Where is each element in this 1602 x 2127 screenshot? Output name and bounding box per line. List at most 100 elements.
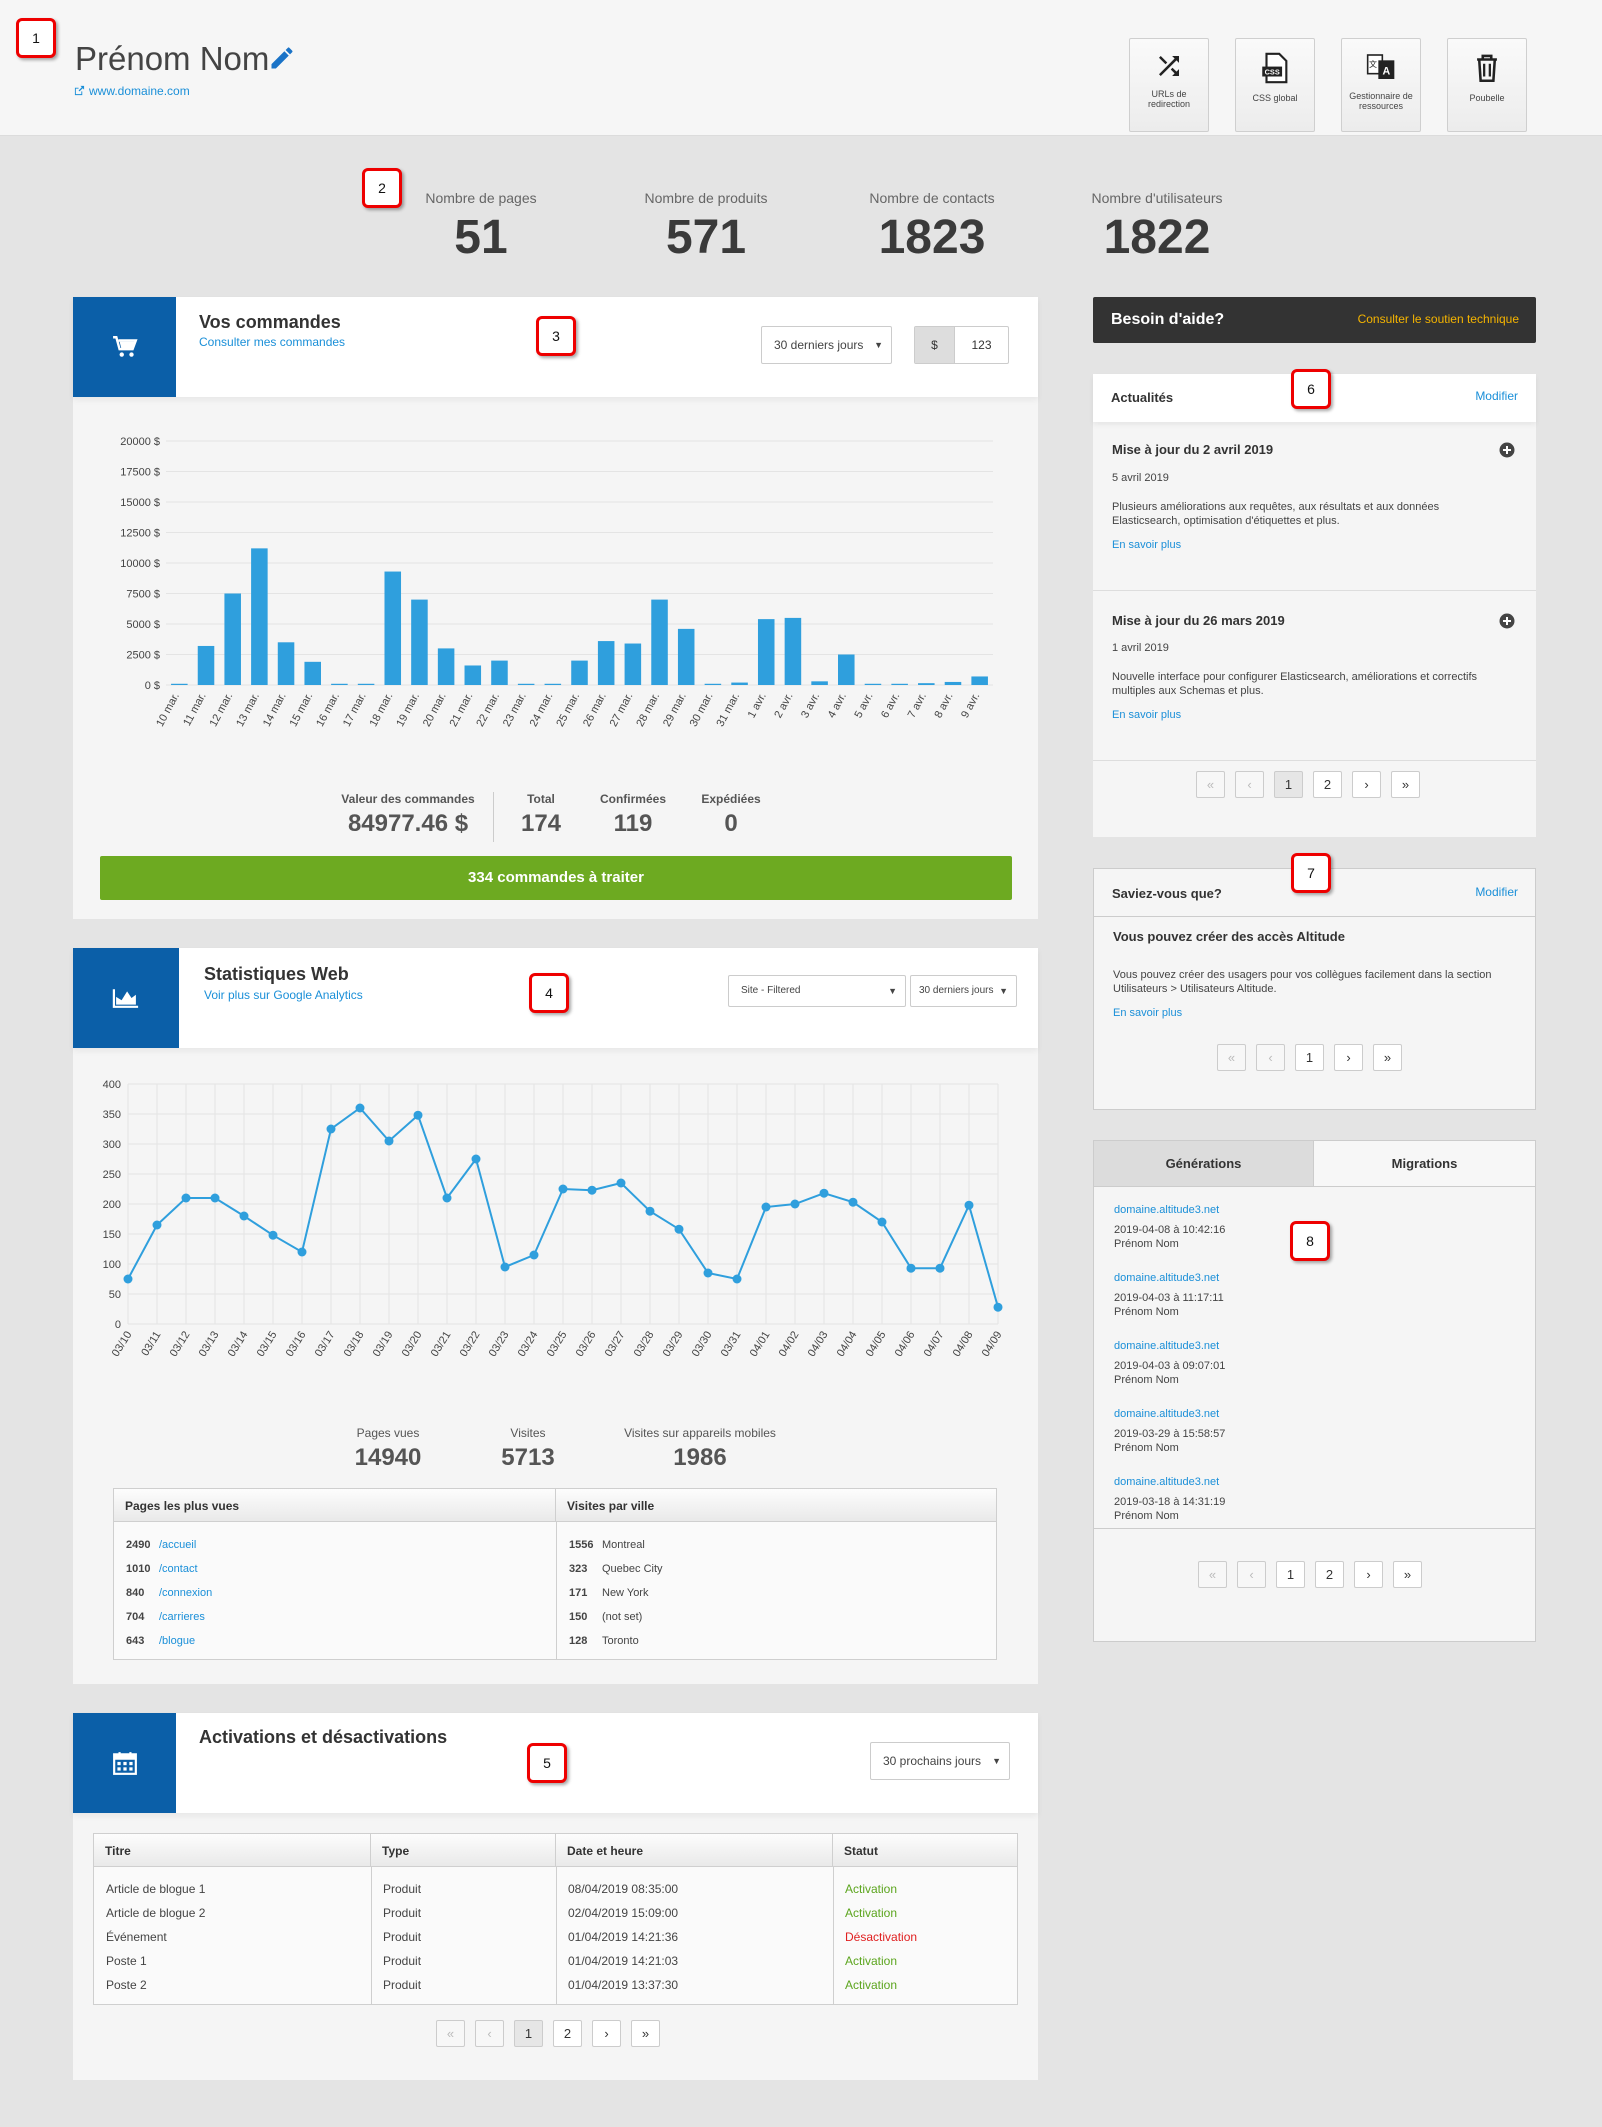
divider: [1093, 760, 1536, 761]
news-item-date: 5 avril 2019: [1112, 472, 1169, 484]
support-link[interactable]: Consulter le soutien technique: [1358, 312, 1519, 326]
page-path-link[interactable]: /carrieres: [159, 1605, 205, 1629]
x-tick-label: 03/28: [632, 1329, 657, 1359]
activations-period-select[interactable]: 30 prochains jours: [870, 1742, 1010, 1780]
first-page-button[interactable]: «: [1196, 771, 1225, 798]
x-tick-label: 14 mar.: [261, 691, 289, 729]
expand-icon[interactable]: [1499, 442, 1515, 458]
page-path-link[interactable]: /blogue: [159, 1629, 195, 1653]
prev-page-button[interactable]: ‹: [1237, 1561, 1266, 1588]
web-period-select[interactable]: 30 derniers jours: [910, 975, 1017, 1007]
prev-page-button[interactable]: ‹: [475, 2020, 504, 2047]
build-domain-link[interactable]: domaine.altitude3.net: [1114, 1339, 1514, 1353]
trash-button[interactable]: Poubelle: [1447, 38, 1527, 132]
page-path-link[interactable]: /accueil: [159, 1533, 196, 1557]
page-button[interactable]: 1: [1276, 1561, 1305, 1588]
row-status: Activation: [845, 1882, 898, 1896]
bar: [251, 548, 268, 685]
google-analytics-link[interactable]: Voir plus sur Google Analytics: [204, 988, 363, 1002]
builds-tabs: Générations Migrations: [1094, 1141, 1535, 1187]
news-read-more-link[interactable]: En savoir plus: [1112, 709, 1181, 721]
bar: [491, 660, 508, 685]
bar: [277, 642, 295, 685]
prev-page-button[interactable]: ‹: [1256, 1044, 1285, 1071]
x-tick-label: 03/26: [574, 1329, 599, 1359]
external-link-icon: [74, 85, 85, 96]
currency-toggle[interactable]: $: [915, 327, 955, 363]
orders-summary-confirmed: Confirmées 119: [583, 792, 683, 838]
tips-body: Vous pouvez créer des usagers pour vos c…: [1113, 969, 1492, 995]
city-count: 128: [569, 1635, 588, 1647]
last-page-button[interactable]: »: [1391, 771, 1420, 798]
tips-edit-link[interactable]: Modifier: [1475, 885, 1518, 899]
bar: [384, 571, 402, 685]
redirect-urls-button[interactable]: URLs de redirection: [1129, 38, 1209, 132]
next-page-button[interactable]: ›: [1334, 1044, 1363, 1071]
first-page-button[interactable]: «: [1217, 1044, 1246, 1071]
stat-value: 51: [454, 211, 508, 264]
site-filter-select[interactable]: Site - Filtered: [728, 975, 906, 1007]
build-domain-link[interactable]: domaine.altitude3.net: [1114, 1475, 1514, 1489]
data-point: [326, 1124, 336, 1134]
data-point: [413, 1110, 423, 1120]
page-button[interactable]: 1: [1274, 771, 1303, 798]
resource-manager-button[interactable]: A文 Gestionnaire de ressources: [1341, 38, 1421, 132]
x-tick-label: 03/22: [458, 1329, 483, 1359]
cities-header: Visites par ville: [567, 1499, 655, 1513]
next-page-button[interactable]: ›: [592, 2020, 621, 2047]
tips-read-more-link[interactable]: En savoir plus: [1113, 1007, 1182, 1019]
x-tick-label: 03/10: [110, 1329, 135, 1359]
page-button[interactable]: 2: [553, 2020, 582, 2047]
tab-migrations[interactable]: Migrations: [1314, 1141, 1535, 1186]
row-status: Activation: [845, 1954, 898, 1968]
x-tick-label: 03/21: [429, 1329, 454, 1359]
last-page-button[interactable]: »: [1393, 1561, 1422, 1588]
tab-generations[interactable]: Générations: [1094, 1141, 1314, 1186]
next-page-button[interactable]: ›: [1354, 1561, 1383, 1588]
site-link[interactable]: www.domaine.com: [74, 84, 190, 98]
build-date: 2019-03-18 à 14:31:19: [1114, 1496, 1226, 1508]
x-tick-label: 16 mar.: [314, 691, 342, 729]
page-button[interactable]: 1: [514, 2020, 543, 2047]
bar: [704, 683, 722, 685]
build-domain-link[interactable]: domaine.altitude3.net: [1114, 1407, 1514, 1421]
build-domain-link[interactable]: domaine.altitude3.net: [1114, 1271, 1514, 1285]
global-css-button[interactable]: CSS CSS global: [1235, 38, 1315, 132]
x-tick-label: 19 mar.: [394, 691, 422, 729]
news-read-more-link[interactable]: En savoir plus: [1112, 539, 1181, 551]
callout-badge-4: 4: [529, 973, 569, 1013]
next-page-button[interactable]: ›: [1352, 771, 1381, 798]
build-user: Prénom Nom: [1114, 1510, 1179, 1522]
build-domain-link[interactable]: domaine.altitude3.net: [1114, 1203, 1514, 1217]
first-page-button[interactable]: «: [436, 2020, 465, 2047]
page-button[interactable]: 1: [1295, 1044, 1324, 1071]
page-button[interactable]: 2: [1313, 771, 1342, 798]
callout-badge-1: 1: [16, 18, 56, 58]
page-path-link[interactable]: /connexion: [159, 1581, 212, 1605]
page-path-link[interactable]: /contact: [159, 1557, 198, 1581]
news-panel: Actualités Modifier Mise à jour du 2 avr…: [1093, 374, 1536, 837]
last-page-button[interactable]: »: [1373, 1044, 1402, 1071]
x-tick-label: 2 avr.: [772, 691, 795, 720]
stat-users: Nombre d'utilisateurs 1822: [1057, 190, 1257, 265]
last-page-button[interactable]: »: [631, 2020, 660, 2047]
first-page-button[interactable]: «: [1198, 1561, 1227, 1588]
x-tick-label: 13 mar.: [234, 691, 262, 729]
orders-period-select[interactable]: 30 derniers jours: [761, 326, 892, 364]
page-count: 643: [126, 1635, 145, 1647]
page-button[interactable]: 2: [1315, 1561, 1344, 1588]
prev-page-button[interactable]: ‹: [1235, 771, 1264, 798]
count-toggle[interactable]: 123: [955, 327, 1008, 363]
bar: [944, 681, 962, 685]
callout-badge-6: 6: [1291, 369, 1331, 409]
expand-icon[interactable]: [1499, 613, 1515, 629]
data-point: [210, 1193, 220, 1203]
city-count: 150: [569, 1611, 588, 1623]
y-tick-label: 17500 $: [120, 467, 160, 479]
orders-to-process-button[interactable]: 334 commandes à traiter: [100, 856, 1012, 900]
orders-link[interactable]: Consulter mes commandes: [199, 335, 345, 349]
bar: [597, 641, 615, 685]
data-point: [732, 1274, 742, 1284]
news-edit-link[interactable]: Modifier: [1475, 389, 1518, 403]
pencil-icon[interactable]: [268, 44, 296, 72]
